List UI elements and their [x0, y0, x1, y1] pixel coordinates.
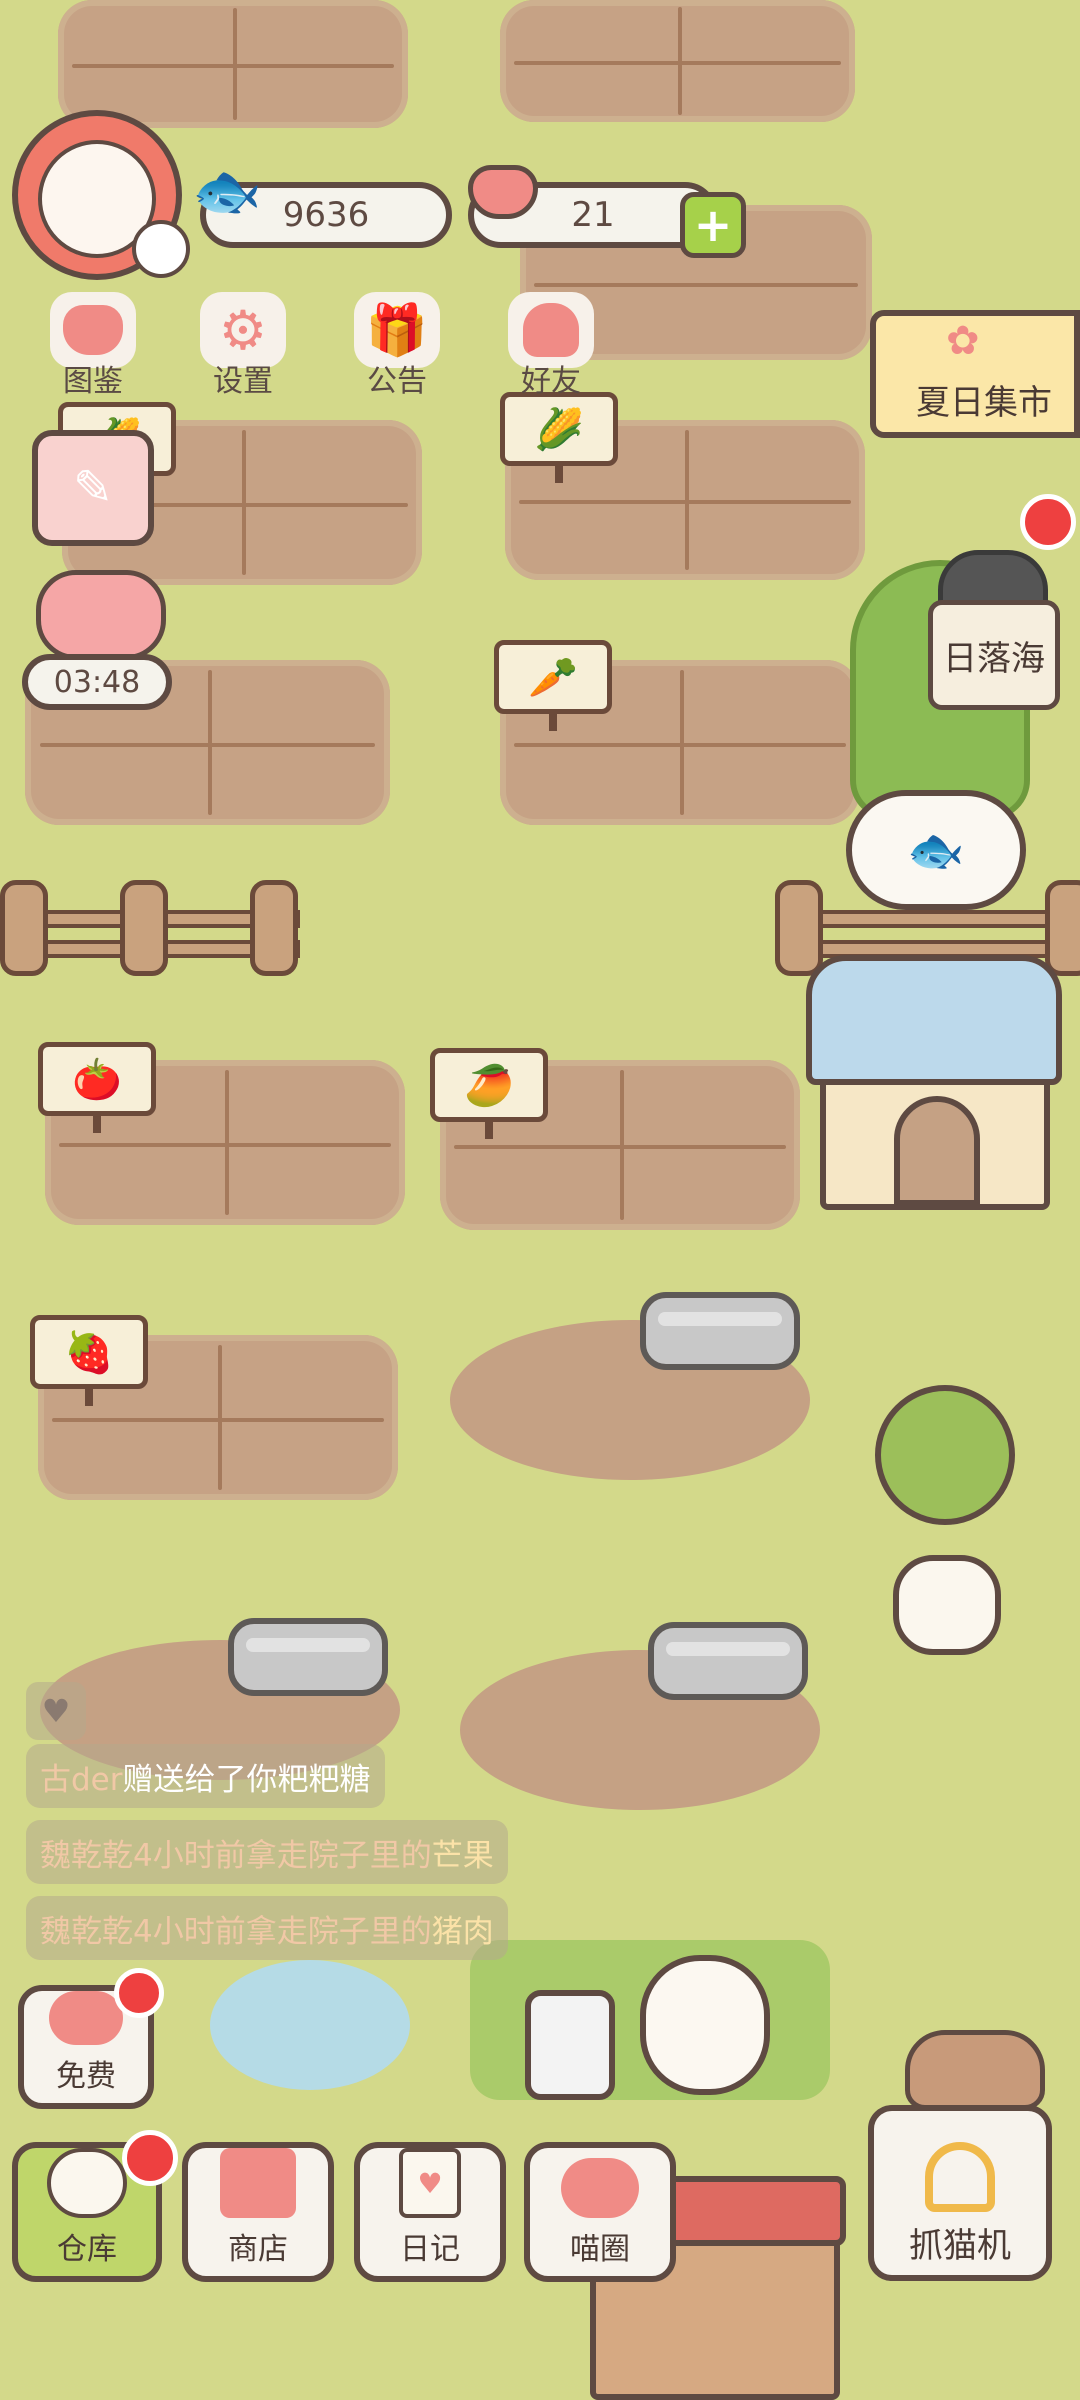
fence-post — [120, 880, 168, 976]
diary-icon: ♥ — [399, 2148, 461, 2218]
plant-pot — [893, 1555, 1001, 1655]
pet-house-door — [894, 1096, 980, 1206]
heart-count: 21 — [571, 195, 615, 235]
shop-label: 商店 — [228, 2232, 288, 2267]
cat-head-icon — [63, 305, 123, 355]
bunny-icon — [132, 220, 190, 278]
claw-icon — [925, 2142, 995, 2212]
top-menu-label: 设置 — [213, 364, 273, 399]
fish-icon: 🐟 — [907, 822, 965, 877]
top-menu-label: 图鉴 — [63, 364, 123, 399]
heart-outline-icon: ♥ — [41, 1692, 71, 1730]
feed-text: 魏乾乾4小时前拿走院子里的 — [40, 1837, 432, 1874]
feed-username: 古der — [40, 1761, 123, 1798]
mouse-timer[interactable]: 03:48 — [22, 570, 172, 710]
player-avatar[interactable] — [12, 110, 192, 280]
top-menu-settings[interactable]: ⚙ 设置 — [188, 292, 298, 400]
gift-icon: 🎁 — [365, 300, 429, 359]
carrot-sign[interactable]: 🥕 — [494, 640, 612, 731]
timer-text: 03:48 — [53, 664, 141, 700]
top-menu-collection[interactable]: 图鉴 — [38, 292, 148, 400]
top-menu-friends[interactable]: 好友 — [496, 292, 606, 400]
water-trough[interactable] — [648, 1622, 808, 1700]
feed-item: 魏乾乾4小时前拿走院子里的 猪肉 — [26, 1896, 508, 1960]
feed-item: 魏乾乾4小时前拿走院子里的 芒果 — [26, 1820, 508, 1884]
heart-icon: ♥ — [417, 2166, 443, 2200]
add-hearts-button[interactable]: + — [680, 192, 746, 258]
fish-count: 9636 — [282, 195, 370, 235]
milk-can — [525, 1990, 615, 2100]
flower-icon: ✿ — [946, 318, 980, 364]
cow-character[interactable] — [640, 1955, 770, 2095]
heart-icon — [468, 165, 538, 219]
mango-sign[interactable]: 🥭 — [430, 1048, 548, 1139]
pencil-icon: ✎ — [72, 460, 114, 516]
sunset-sea-button[interactable]: 日落海 — [924, 550, 1064, 710]
feed-toggle-button[interactable]: ♥ — [26, 1682, 86, 1740]
fish-currency-icon: 🐟 — [192, 159, 262, 224]
fence-post — [775, 880, 823, 976]
gear-icon: ⚙ — [218, 298, 268, 362]
warehouse-notification-dot — [122, 2130, 178, 2186]
corn-sign[interactable]: 🌽 — [500, 392, 618, 483]
heart-icon — [49, 1991, 123, 2045]
fence-post — [0, 880, 48, 976]
strawberry-sign[interactable]: 🍓 — [30, 1315, 148, 1406]
cat-circle-label: 喵圈 — [570, 2232, 630, 2267]
free-notification-dot — [114, 1968, 164, 2018]
mouse-icon — [36, 570, 166, 660]
diary-label: 日记 — [400, 2232, 460, 2267]
rice-bowl-icon — [47, 2148, 127, 2218]
potted-plant — [875, 1385, 1015, 1525]
shop-button[interactable]: 商店 — [182, 2142, 334, 2282]
feed-text: 魏乾乾4小时前拿走院子里的 — [40, 1913, 432, 1950]
summer-market-button[interactable]: ✿ 夏日集市 — [870, 310, 1080, 438]
water-trough[interactable] — [640, 1292, 800, 1370]
mushrooms — [905, 2030, 1045, 2110]
cat-circle-button[interactable]: 喵圈 — [524, 2142, 676, 2282]
diary-button[interactable]: ♥ 日记 — [354, 2142, 506, 2282]
sunset-sea-label-box: 日落海 — [928, 600, 1060, 710]
friends-icon — [523, 303, 579, 357]
calendar-edit-button[interactable]: ✎ — [32, 430, 154, 546]
feed-item-name: 芒果 — [431, 1837, 494, 1874]
tomato-sign[interactable]: 🍅 — [38, 1042, 156, 1133]
summer-market-label: 夏日集市 — [916, 383, 1052, 423]
claw-machine-button[interactable]: 抓猫机 — [868, 2105, 1052, 2281]
feed-item: 古der 赠送给了你粑粑糖 — [26, 1744, 385, 1808]
pet-house-roof — [806, 955, 1062, 1085]
cat-planet-icon — [561, 2158, 639, 2218]
sunset-sea-notification-dot — [1020, 494, 1076, 550]
water-trough[interactable] — [228, 1618, 388, 1696]
farm-plot[interactable] — [500, 0, 855, 122]
fence — [780, 910, 1080, 928]
farm-plot[interactable] — [58, 0, 408, 128]
fence-post — [1045, 880, 1080, 976]
warehouse-label: 仓库 — [57, 2232, 117, 2267]
pond — [210, 1960, 410, 2090]
feed-item-name: 猪肉 — [431, 1913, 494, 1950]
feed-text: 赠送给了你粑粑糖 — [122, 1761, 371, 1798]
timer-pill: 03:48 — [22, 654, 172, 710]
plus-icon: + — [693, 198, 733, 252]
free-label: 免费 — [56, 2059, 116, 2094]
claw-machine-label: 抓猫机 — [909, 2226, 1011, 2266]
top-menu-announcement[interactable]: 🎁 公告 — [342, 292, 452, 400]
shop-icon — [220, 2148, 296, 2218]
fish-speech-bubble[interactable]: 🐟 — [846, 790, 1026, 910]
top-menu-label: 好友 — [521, 364, 581, 399]
top-menu-label: 公告 — [367, 364, 427, 399]
sunset-sea-label: 日落海 — [943, 638, 1045, 679]
fence-post — [250, 880, 298, 976]
